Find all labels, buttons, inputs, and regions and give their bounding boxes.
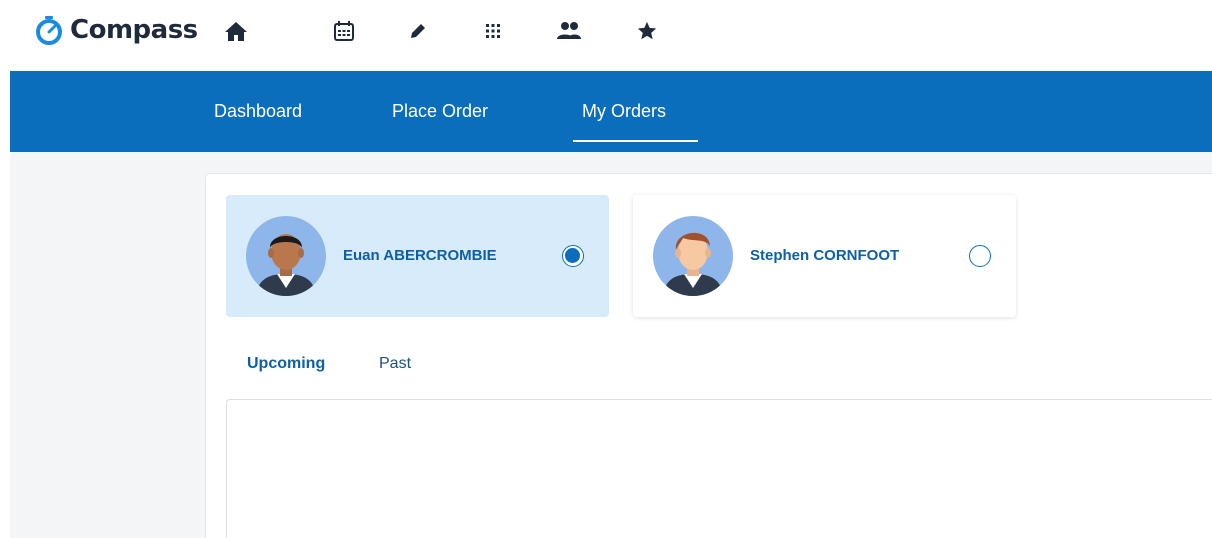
student-name: Euan ABERCROMBIE — [343, 247, 497, 264]
orders-list — [226, 399, 1212, 538]
student-radio-unselected[interactable] — [969, 245, 991, 267]
nav-active-indicator — [573, 140, 698, 142]
app-name: Compass — [70, 15, 198, 45]
top-bar: Compass — [0, 0, 1212, 70]
star-icon[interactable] — [634, 18, 660, 44]
avatar — [653, 216, 733, 296]
student-radio-selected[interactable] — [562, 245, 584, 267]
tab-upcoming[interactable]: Upcoming — [247, 355, 325, 373]
compass-logo-icon — [36, 16, 62, 45]
home-icon[interactable] — [223, 18, 249, 44]
pencil-icon[interactable] — [405, 18, 431, 44]
nav-dashboard[interactable]: Dashboard — [214, 101, 302, 122]
avatar — [246, 216, 326, 296]
nav-place-order[interactable]: Place Order — [392, 101, 488, 122]
compass-logo[interactable]: Compass — [34, 12, 198, 48]
grid-icon[interactable] — [480, 18, 506, 44]
tab-past[interactable]: Past — [379, 355, 411, 373]
student-card-stephen[interactable]: Stephen CORNFOOT — [633, 195, 1016, 317]
nav-my-orders[interactable]: My Orders — [582, 101, 666, 122]
people-icon[interactable] — [556, 18, 582, 44]
calendar-icon[interactable] — [331, 18, 357, 44]
student-name: Stephen CORNFOOT — [750, 247, 900, 264]
student-card-euan[interactable]: Euan ABERCROMBIE — [226, 195, 609, 317]
